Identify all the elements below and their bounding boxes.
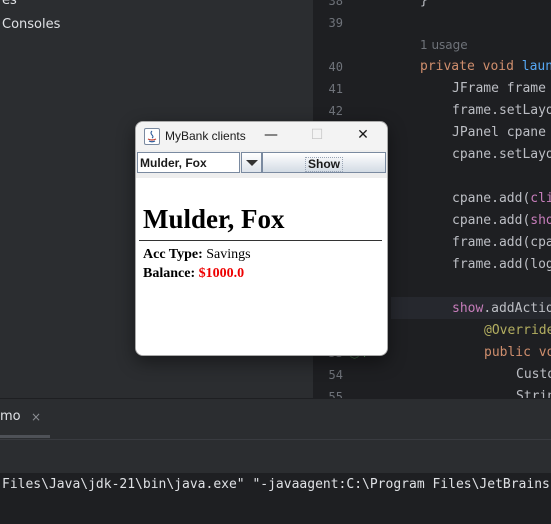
code-line: frame.add(cpa [452,235,551,250]
show-button[interactable]: Show [262,152,386,173]
java-app-icon [144,128,160,145]
code-line: Strin [516,389,551,398]
balance-row: Balance: $1000.0 [143,266,244,282]
console-output[interactable]: Files\Java\jdk-21\bin\java.exe" "-javaag… [0,473,551,524]
mybank-window: MyBank clients — ☐ ✕ Mulder, Fox Show Mu… [135,121,388,356]
line-number: 54 [328,368,343,382]
balance-value: $1000.0 [198,266,245,281]
minimize-button[interactable]: — [248,122,294,150]
code-keyword: private void [420,59,514,74]
code-text: cpane.add( [452,213,531,228]
line-number: 40 [328,60,343,74]
line-number: 42 [328,104,343,118]
code-line: cpane.add(cli [452,191,551,206]
usage-hint[interactable]: 1 usage [420,38,468,52]
code-line: JPanel cpane [452,125,546,140]
code-line: } [420,0,428,8]
title-bar[interactable]: MyBank clients — ☐ ✕ [136,122,387,150]
heading-divider [139,240,382,241]
maximize-button[interactable]: ☐ [294,122,340,150]
console-line: Files\Java\jdk-21\bin\java.exe" "-javaag… [2,477,550,492]
client-name-heading: Mulder, Fox [143,204,285,234]
code-field: show [452,301,484,316]
client-combo-box[interactable]: Mulder, Fox [137,152,240,173]
code-text: cpane.add( [452,191,531,206]
run-tab[interactable]: mo [0,409,21,424]
balance-label: Balance: [143,266,196,281]
line-number: 41 [328,82,343,96]
code-field: cli [530,191,551,206]
code-line: frame.setLayo [452,103,551,118]
run-toolbar [0,439,551,474]
client-toolbar: Mulder, Fox Show [136,150,387,178]
code-line: private void laun [420,59,551,74]
run-tool-window: mo × Files\Java\jdk-21\bin\java.exe" "-j… [0,398,551,524]
active-tab-indicator [0,435,50,438]
code-field: sho [530,213,551,228]
code-line: public vo [484,345,551,360]
acc-type-row: Acc Type: Savings [143,247,251,263]
project-tree-item[interactable]: es [2,0,17,8]
code-text: .addActio [483,301,551,316]
code-line: cpane.add(sho [452,213,551,228]
code-line: cpane.setLayo [452,147,551,162]
line-number: 55 [328,390,343,398]
code-method-name: laun [521,59,551,74]
close-icon[interactable]: × [31,410,41,424]
code-line: Custo [516,367,551,382]
line-number: 38 [328,0,343,8]
combo-dropdown-button[interactable] [241,152,262,173]
client-details-pane: Mulder, Fox Acc Type: Savings Balance: $… [136,178,387,355]
line-number: 39 [328,16,343,30]
close-button[interactable]: ✕ [340,122,386,150]
window-title: MyBank clients [165,129,246,143]
show-button-label: Show [305,157,343,172]
code-line: show.addActio [452,301,551,316]
acc-type-value: Savings [206,247,251,262]
code-line: frame.add(log [452,257,551,272]
project-tree-item-consoles[interactable]: Consoles [2,17,60,32]
code-line: JFrame frame [452,81,546,96]
acc-type-label: Acc Type: [143,247,203,262]
chevron-down-icon [246,160,258,166]
combo-selected-value: Mulder, Fox [140,156,207,170]
code-annotation: @Override [484,323,551,338]
